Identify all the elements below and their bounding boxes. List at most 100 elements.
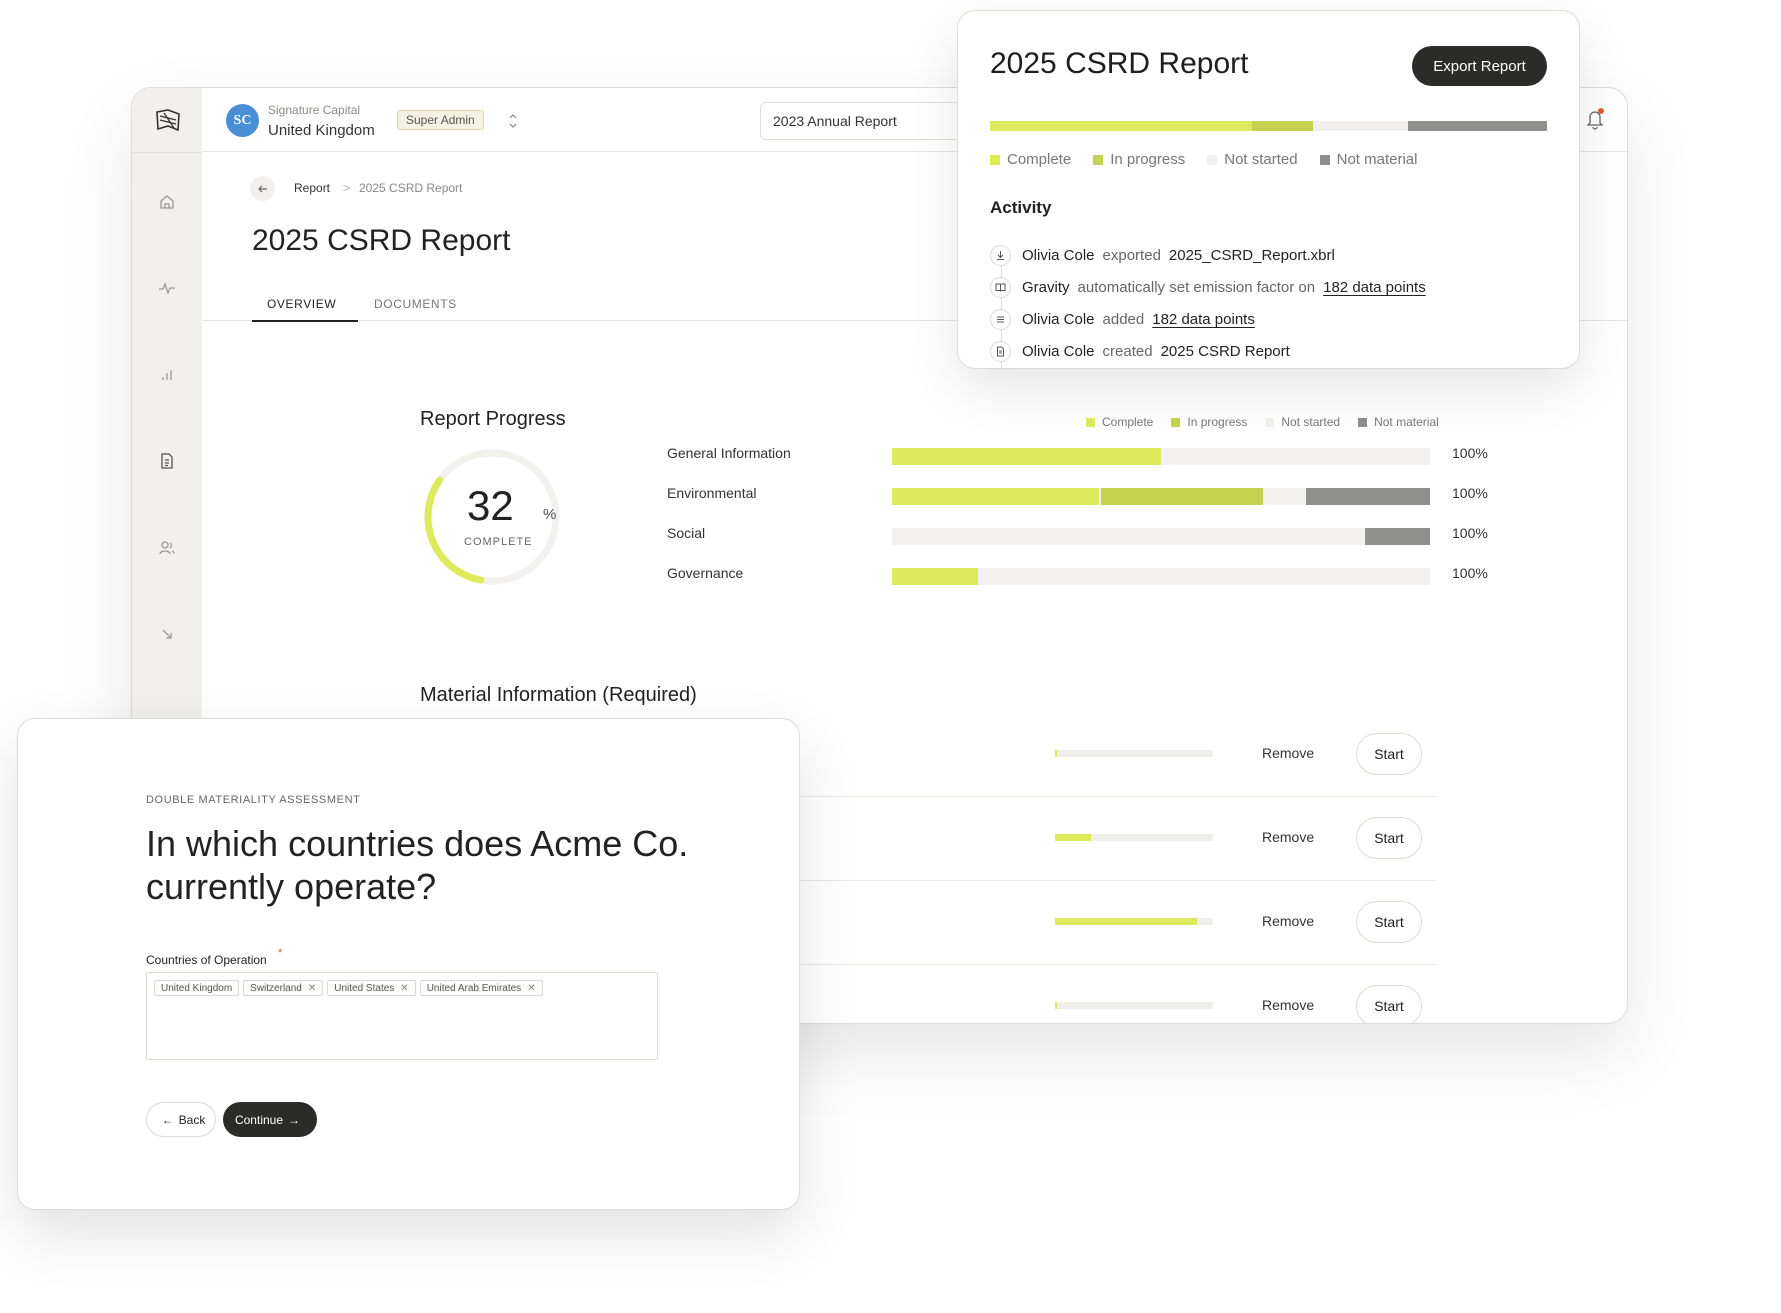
remove-chip-icon[interactable]: ✕ xyxy=(527,983,535,994)
country-chip-label: United Kingdom xyxy=(161,982,233,994)
legend-not-material: Not material xyxy=(1374,415,1439,429)
legend-not-started: Not started xyxy=(1224,151,1298,168)
activity-link[interactable]: 182 data points xyxy=(1152,311,1255,328)
progress-segment-complete xyxy=(892,448,1161,465)
progress-row-label: General Information xyxy=(667,445,791,461)
collapse-icon[interactable] xyxy=(157,624,177,644)
activity-item: Olivia Cole added 182 data points xyxy=(990,309,1255,330)
role-badge: Super Admin xyxy=(397,110,484,130)
country-chip-label: United States xyxy=(334,982,395,994)
activity-verb: automatically set emission factor on xyxy=(1077,279,1316,296)
countries-field-label: Countries of Operation xyxy=(146,953,267,967)
material-information-title: Material Information (Required) xyxy=(420,684,697,706)
country-chip-label: Switzerland xyxy=(250,982,302,994)
activity-item: Olivia Cole exported 2025_CSRD_Report.xb… xyxy=(990,245,1335,266)
legend-swatch-complete xyxy=(990,154,1000,165)
logo-icon[interactable] xyxy=(154,108,182,134)
breadcrumb-current: 2025 CSRD Report xyxy=(359,181,463,195)
file-icon xyxy=(990,341,1011,362)
country-chip: United Arab Emirates ✕ xyxy=(419,980,543,996)
countries-multiselect[interactable]: United Kingdom Switzerland ✕ United State… xyxy=(146,972,658,1060)
home-icon[interactable] xyxy=(157,192,177,212)
required-marker: * xyxy=(278,947,283,959)
progress-row-track xyxy=(892,488,1430,505)
assessment-eyebrow: DOUBLE MATERIALITY ASSESSMENT xyxy=(146,794,361,806)
activity-object: 2025_CSRD_Report.xbrl xyxy=(1168,247,1335,264)
activity-item: Gravity automatically set emission facto… xyxy=(990,277,1426,298)
back-button[interactable]: ← Back xyxy=(146,1102,216,1137)
progress-segment-complete xyxy=(892,488,1100,505)
legend-swatch-in-progress xyxy=(1093,154,1104,165)
country-chip: United Kingdom xyxy=(154,980,240,996)
bar-chart-icon[interactable] xyxy=(157,365,177,385)
arrow-right-icon: → xyxy=(288,1112,301,1127)
material-row-progress xyxy=(1055,1002,1213,1009)
remove-button[interactable]: Remove xyxy=(1262,745,1314,761)
status-segment-not-material xyxy=(1407,121,1547,131)
list-icon xyxy=(990,309,1011,330)
arrow-left-icon: ← xyxy=(161,1112,174,1127)
export-report-button[interactable]: Export Report xyxy=(1412,46,1547,86)
legend-swatch-not-material xyxy=(1319,154,1330,165)
breadcrumb-root[interactable]: Report xyxy=(294,181,330,195)
back-button-label: Back xyxy=(178,1112,206,1127)
start-button[interactable]: Start xyxy=(1356,733,1422,775)
progress-percent-sign: % xyxy=(543,506,557,523)
report-progress-title: Report Progress xyxy=(420,408,566,430)
back-button[interactable] xyxy=(250,176,275,201)
activity-actor: Olivia Cole xyxy=(1022,247,1095,264)
org-avatar[interactable]: SC xyxy=(226,104,259,137)
activity-icon[interactable] xyxy=(157,278,177,298)
activity-actor: Gravity xyxy=(1022,279,1070,296)
progress-segment-not-material xyxy=(1365,528,1430,545)
progress-row-percent: 100% xyxy=(1452,525,1488,541)
remove-button[interactable]: Remove xyxy=(1262,829,1314,845)
activity-verb: created xyxy=(1102,343,1153,360)
progress-row-track xyxy=(892,448,1430,465)
remove-chip-icon[interactable]: ✕ xyxy=(308,983,316,994)
remove-chip-icon[interactable]: ✕ xyxy=(400,983,408,994)
material-row-progress-fill xyxy=(1055,1002,1057,1009)
material-row-progress xyxy=(1055,918,1213,925)
active-tab-indicator xyxy=(252,320,358,322)
progress-legend: Complete In progress Not started Not mat… xyxy=(1086,415,1439,429)
status-segment-not-started xyxy=(1313,121,1408,131)
progress-segment-not-material xyxy=(1306,488,1430,505)
document-icon[interactable] xyxy=(157,451,177,471)
assessment-card: DOUBLE MATERIALITY ASSESSMENT In which c… xyxy=(17,718,800,1210)
legend-swatch-not-started xyxy=(1265,417,1275,427)
users-icon[interactable] xyxy=(157,538,177,558)
book-icon xyxy=(990,277,1011,298)
progress-row-label: Environmental xyxy=(667,485,757,501)
page-title: 2025 CSRD Report xyxy=(252,224,511,257)
report-card-title: 2025 CSRD Report xyxy=(990,47,1249,80)
report-select[interactable]: 2023 Annual Report xyxy=(760,102,980,140)
sidebar-divider xyxy=(132,152,202,153)
activity-link[interactable]: 182 data points xyxy=(1323,279,1426,296)
material-row-progress-fill xyxy=(1055,834,1092,841)
activity-verb: exported xyxy=(1102,247,1161,264)
tab-overview[interactable]: OVERVIEW xyxy=(267,297,336,311)
progress-segment-in-progress xyxy=(1101,488,1263,505)
continue-button[interactable]: Continue → xyxy=(223,1102,317,1137)
chevron-up-down-icon[interactable] xyxy=(507,112,519,130)
activity-verb: added xyxy=(1102,311,1145,328)
start-button[interactable]: Start xyxy=(1356,817,1422,859)
remove-button[interactable]: Remove xyxy=(1262,913,1314,929)
progress-row-label: Governance xyxy=(667,565,744,581)
assessment-question: In which countries does Acme Co. current… xyxy=(146,823,689,907)
activity-actor: Olivia Cole xyxy=(1022,343,1095,360)
progress-row-percent: 100% xyxy=(1452,445,1488,461)
material-row-progress xyxy=(1055,834,1213,841)
breadcrumb-separator: > xyxy=(343,181,351,195)
legend-not-started: Not started xyxy=(1281,415,1341,429)
download-icon xyxy=(990,245,1011,266)
activity-actor: Olivia Cole xyxy=(1022,311,1095,328)
notification-dot xyxy=(1598,108,1604,114)
tab-documents[interactable]: DOCUMENTS xyxy=(374,297,457,311)
start-button[interactable]: Start xyxy=(1356,901,1422,943)
progress-caption: COMPLETE xyxy=(464,536,533,548)
start-button[interactable]: Start xyxy=(1356,985,1422,1023)
legend-swatch-in-progress xyxy=(1171,417,1181,427)
remove-button[interactable]: Remove xyxy=(1262,997,1314,1013)
